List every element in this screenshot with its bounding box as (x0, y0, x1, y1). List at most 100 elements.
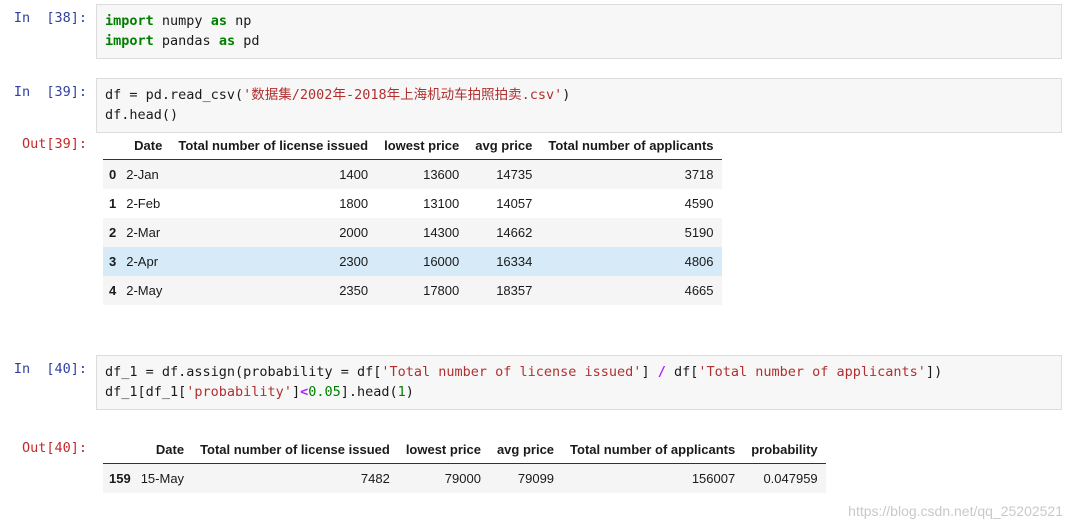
table-column-header: Total number of applicants (562, 438, 744, 464)
code-cell[interactable]: df = pd.read_csv('数据集/2002年-2018年上海机动车拍照… (96, 78, 1062, 133)
table-cell: 2-Mar (124, 218, 171, 247)
table-cell: 7482 (192, 463, 398, 493)
table-cell: 4665 (540, 276, 722, 305)
table-cell: 13100 (376, 189, 468, 218)
code-token-plain: df.head() (105, 107, 179, 123)
table-row: 3 2-Apr 2300 16000 16334 4806 (103, 247, 722, 276)
code-token-str: 'Total number of license issued' (381, 364, 642, 380)
table-row: 2 2-Mar 2000 14300 14662 5190 (103, 218, 722, 247)
code-token-plain: df_1[df_1[ (105, 384, 187, 400)
table-column-header: Date (138, 438, 193, 464)
code-token-op: / (657, 364, 666, 380)
table-row-index: 4 (103, 276, 125, 305)
table-row: 0 2-Jan 1400 13600 14735 3718 (103, 159, 722, 189)
code-token-plain: ]) (925, 364, 943, 380)
code-line: import numpy as np (105, 11, 1053, 31)
code-token-plain: ) (405, 384, 414, 400)
table-row-index: 159 (103, 463, 139, 493)
code-token-plain: pd (235, 33, 260, 49)
table-cell: 14662 (467, 218, 541, 247)
table-cell: 2-Jan (124, 159, 171, 189)
code-token-plain: ] (291, 384, 301, 400)
table-cell: 14735 (467, 159, 541, 189)
table-cell: 2000 (170, 218, 377, 247)
table-row: 159 15-May 7482 79000 79099 156007 0.047959 (103, 463, 826, 493)
table-row-index: 0 (103, 159, 125, 189)
table-cell: 16000 (376, 247, 468, 276)
notebook-cell-row: Out[40]: Date Total number of license issu… (0, 438, 1067, 493)
table-column-header: probability (743, 438, 826, 464)
table-cell: 79000 (397, 463, 489, 493)
table-cell: 3718 (540, 159, 722, 189)
code-line: df_1 = df.assign(probability = df['Total… (105, 362, 1053, 382)
notebook-cell-row: Out[39]: Date Total number of license issu… (0, 134, 1067, 305)
code-token-str: 'Total number of applicants' (698, 364, 926, 380)
table-cell: 2-Feb (124, 189, 171, 218)
code-token-kw: as (210, 13, 227, 29)
code-token-kw: import (105, 13, 154, 29)
table-cell: 4590 (540, 189, 722, 218)
table-column-header: avg price (488, 438, 563, 464)
table-cell: 1800 (170, 189, 377, 218)
output-prompt-label: Out[40]: (21, 440, 87, 456)
table-column-header: Total number of license issued (192, 438, 398, 464)
table-column-header: Total number of applicants (540, 134, 722, 160)
table-column-header: Total number of license issued (170, 134, 377, 160)
code-line: import pandas as pd (105, 31, 1053, 51)
table-cell: 2350 (170, 276, 377, 305)
code-token-num: 1 (397, 384, 406, 400)
notebook-cell-row: In [39]: df = pd.read_csv('数据集/2002年-2018… (0, 78, 1067, 133)
code-token-plain: ) (562, 87, 571, 103)
table-cell: 4806 (540, 247, 722, 276)
input-prompt-label: In [40]: (13, 361, 87, 377)
table-cell: 5190 (540, 218, 722, 247)
code-cell[interactable]: df_1 = df.assign(probability = df['Total… (96, 355, 1062, 410)
code-line: df.head() (105, 105, 1053, 125)
code-token-num: 0.05 (308, 384, 341, 400)
dataframe-output: Date Total number of license issued lowest… (103, 134, 722, 305)
table-index-header (103, 438, 139, 464)
output-prompt-label: Out[39]: (21, 136, 87, 152)
code-token-kw: as (218, 33, 236, 49)
table-cell: 15-May (138, 463, 193, 493)
code-cell[interactable]: import numpy as np import pandas as pd (96, 4, 1062, 59)
table-index-header (103, 134, 125, 160)
table-row: 1 2-Feb 1800 13100 14057 4590 (103, 189, 722, 218)
table-cell: 156007 (562, 463, 744, 493)
table-column-header: Date (124, 134, 171, 160)
table-cell: 17800 (376, 276, 468, 305)
dataframe-table: Date Total number of license issued lowest… (103, 134, 722, 305)
code-token-str: 'probability' (186, 384, 292, 400)
notebook-cell-row: In [38]: import numpy as np import pandas … (0, 4, 1067, 59)
table-column-header: lowest price (397, 438, 489, 464)
table-header-row: Date Total number of license issued lowest… (103, 438, 826, 464)
table-row: 4 2-May 2350 17800 18357 4665 (103, 276, 722, 305)
table-row-index: 3 (103, 247, 125, 276)
code-token-str: '数据集/2002年-2018年上海机动车拍照拍卖.csv' (243, 87, 563, 103)
input-prompt-label: In [39]: (13, 84, 87, 100)
code-token-plain: pandas (153, 33, 219, 49)
code-token-plain: df[ (665, 364, 699, 380)
table-cell: 16334 (467, 247, 541, 276)
code-token-plain: ] (641, 364, 658, 380)
code-line: df = pd.read_csv('数据集/2002年-2018年上海机动车拍照… (105, 85, 1053, 105)
notebook-cell-row: In [40]: df_1 = df.assign(probability = d… (0, 355, 1067, 410)
dataframe-output: Date Total number of license issued lowest… (103, 438, 826, 493)
table-cell: 18357 (467, 276, 541, 305)
code-token-kw: import (105, 33, 154, 49)
table-row-index: 2 (103, 218, 125, 247)
code-token-plain: df_1 = df.assign(probability = df[ (105, 364, 382, 380)
table-column-header: lowest price (376, 134, 468, 160)
input-prompt-label: In [38]: (13, 10, 87, 26)
code-token-plain: df = pd.read_csv( (105, 87, 244, 103)
table-cell: 2300 (170, 247, 377, 276)
code-line: df_1[df_1['probability']<0.05].head(1) (105, 382, 1053, 402)
table-cell: 13600 (376, 159, 468, 189)
table-cell: 2-Apr (124, 247, 171, 276)
table-cell: 79099 (488, 463, 563, 493)
table-cell: 1400 (170, 159, 377, 189)
table-cell: 0.047959 (743, 463, 826, 493)
watermark-text: https://blog.csdn.net/qq_25202521 (848, 503, 1063, 519)
table-cell: 14057 (467, 189, 541, 218)
table-cell: 2-May (124, 276, 171, 305)
